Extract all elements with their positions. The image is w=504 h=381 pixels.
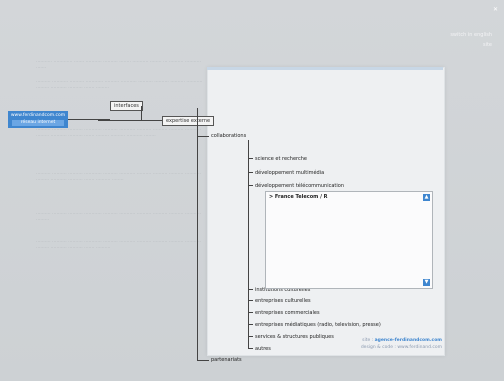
node-interfaces[interactable]: interfaces bbox=[110, 101, 143, 111]
connector-line bbox=[197, 360, 209, 361]
background-text-block: ·········· ·········· ·········· ·······… bbox=[36, 172, 202, 183]
footer-site-line: site : agence-ferdinandcom.com bbox=[362, 338, 442, 343]
background-text-block: ·········· ·········· ·········· ·······… bbox=[36, 240, 202, 251]
node-partenariats[interactable]: partenariats bbox=[211, 357, 242, 363]
site-badge-title: www.ferdinandcom.com bbox=[10, 113, 66, 118]
footer-site-link[interactable]: agence-ferdinandcom.com bbox=[375, 338, 442, 343]
tree-item-label: autres bbox=[255, 346, 271, 352]
tree-item-label: science et recherche bbox=[255, 156, 307, 162]
tree-item[interactable]: entreprises culturelles bbox=[248, 298, 311, 304]
footer-site-prefix: site bbox=[362, 338, 371, 343]
background-text-block: ·········· ·········· ·········· ·······… bbox=[36, 212, 202, 223]
site-badge-sub: réseau internet bbox=[12, 120, 64, 126]
tree-item[interactable]: science et recherche bbox=[248, 156, 307, 162]
tree-item[interactable]: services & structures publiques bbox=[248, 334, 334, 340]
tree-item[interactable]: développement multimédia bbox=[248, 170, 324, 176]
node-collaborations[interactable]: collaborations bbox=[211, 133, 246, 139]
scroll-down-icon[interactable]: ▼ bbox=[423, 279, 430, 286]
site-badge[interactable]: www.ferdinandcom.com réseau internet bbox=[8, 111, 68, 128]
tree-item[interactable]: développement télécommunication bbox=[248, 183, 344, 189]
tree-item-label: développement télécommunication bbox=[255, 183, 344, 189]
close-icon[interactable]: ✕ bbox=[493, 6, 498, 13]
connector-line bbox=[197, 136, 209, 137]
tree-item-label: développement multimédia bbox=[255, 170, 325, 176]
language-switch-link[interactable]: switch in english bbox=[450, 32, 492, 39]
tree-item-label: entreprises médiatiques (radio, televisi… bbox=[255, 322, 381, 328]
node-expertise-externe[interactable]: expertise externe bbox=[162, 116, 215, 126]
tree-item-label: entreprises culturelles bbox=[255, 298, 311, 304]
background-text-block: ·········· ··········· ·········· ······… bbox=[36, 80, 203, 91]
tree-item[interactable]: entreprises commerciales bbox=[248, 310, 320, 316]
tree-item[interactable]: autres bbox=[248, 346, 271, 352]
tree-item-label: entreprises commerciales bbox=[255, 310, 320, 316]
footer-credits: design & code : www.ferdinand.com bbox=[360, 345, 442, 350]
content-panel-accent bbox=[207, 67, 443, 70]
tree-item[interactable]: entreprises médiatiques (radio, televisi… bbox=[248, 322, 381, 328]
tree-item-label: services & structures publiques bbox=[255, 334, 334, 340]
detail-panel: > France Telecom / R ▲ ▼ bbox=[265, 191, 433, 289]
detail-panel-title: > France Telecom / R bbox=[269, 194, 328, 200]
connector-line bbox=[197, 108, 198, 361]
connector-line bbox=[141, 106, 142, 120]
connector-line bbox=[98, 120, 162, 121]
background-text-block: ··········· ············· ······· ······… bbox=[36, 60, 202, 71]
site-link[interactable]: site bbox=[483, 42, 492, 49]
background-text-block: ·········· ·········· ·········· ·······… bbox=[36, 128, 202, 139]
scroll-up-icon[interactable]: ▲ bbox=[423, 194, 430, 201]
